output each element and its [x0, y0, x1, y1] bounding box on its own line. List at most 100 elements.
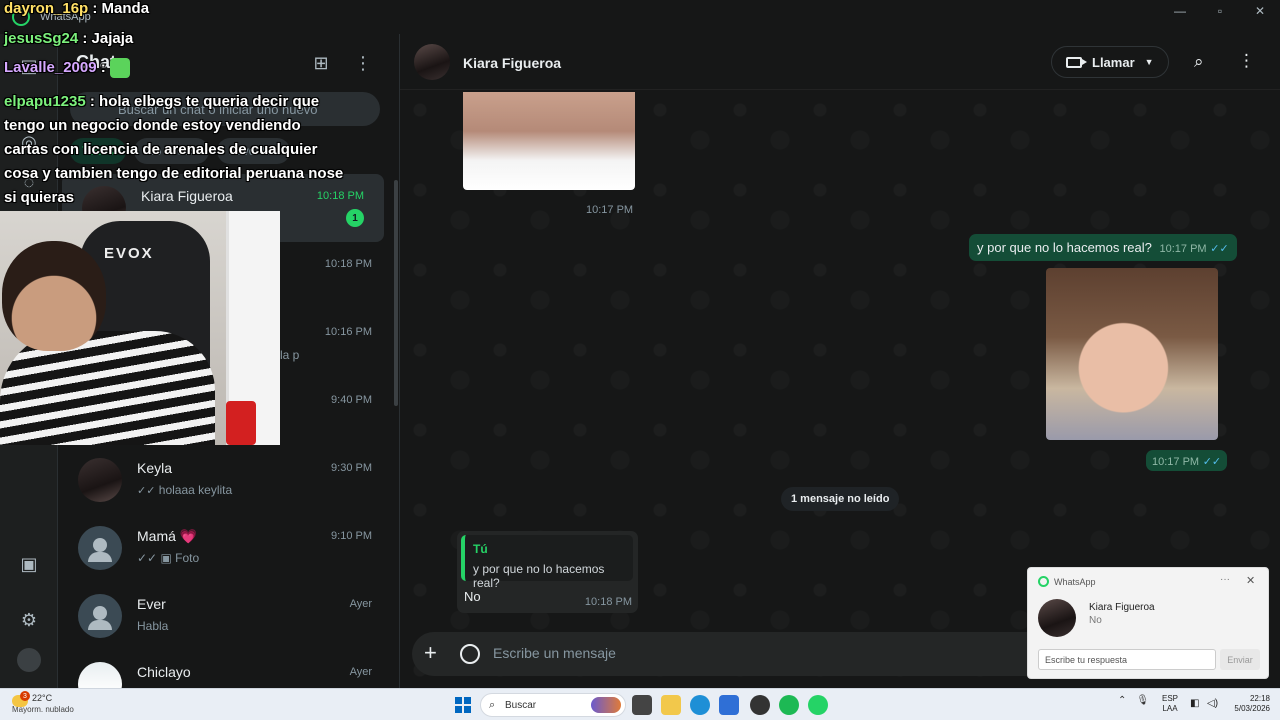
notification-body: No: [1089, 615, 1102, 626]
sender-avatar: [1038, 599, 1076, 637]
spotify-icon[interactable]: [779, 695, 799, 715]
clock[interactable]: 22:18 5/03/2026: [1226, 694, 1270, 714]
menu-icon[interactable]: ⋮: [1238, 51, 1255, 71]
stream-chat-line: Lavalle_2009 :: [4, 58, 130, 78]
chat-preview: ✓✓ ▣ Foto: [137, 551, 200, 565]
weather-widget[interactable]: 3 22°C Mayorm. nublado: [12, 691, 74, 715]
store-icon[interactable]: [719, 695, 739, 715]
microphone-icon[interactable]: 🎙: [1136, 695, 1149, 706]
incoming-reply-message[interactable]: Tú y por que no lo hacemos real? No 10:1…: [457, 531, 638, 613]
notification-app: WhatsApp: [1054, 577, 1096, 587]
chat-time: 10:16 PM: [324, 326, 372, 338]
chat-name: Ever: [137, 596, 166, 612]
message-text: y por que no lo hacemos real?: [977, 240, 1152, 255]
avatar: [78, 594, 122, 638]
person-icon: [88, 538, 112, 562]
chat-time: 9:40 PM: [331, 394, 372, 406]
read-ticks-icon: ✓✓: [137, 551, 158, 565]
chat-item-ever[interactable]: Ever Ayer Habla: [58, 582, 392, 650]
message-time: 10:17 PM: [1152, 456, 1200, 468]
chat-preview: ✓✓ holaaa keylita: [137, 483, 233, 497]
search-highlight-icon: [591, 697, 621, 713]
notification-sender: Kiara Figueroa: [1089, 602, 1155, 613]
outgoing-message[interactable]: y por que no lo hacemos real? 10:17 PM ✓…: [969, 234, 1237, 261]
emoji-sticker-icon[interactable]: [460, 644, 480, 664]
taskbar-search[interactable]: ⌕ Buscar: [480, 693, 626, 717]
streamer-head: [2, 241, 106, 351]
file-explorer-icon[interactable]: [661, 695, 681, 715]
call-label: Llamar: [1092, 54, 1135, 70]
unread-badge: 1: [346, 209, 364, 227]
task-view-icon[interactable]: [632, 695, 652, 715]
chat-time: 9:10 PM: [331, 530, 372, 542]
close-icon[interactable]: ✕: [1240, 0, 1280, 22]
menu-icon[interactable]: ⋮: [352, 52, 374, 74]
person-icon: [88, 606, 112, 630]
close-icon[interactable]: ✕: [1246, 574, 1255, 587]
drink-can: [226, 401, 256, 445]
obs-icon[interactable]: [750, 695, 770, 715]
message-text: No: [464, 589, 481, 604]
message-time: 10:18 PM: [584, 596, 632, 608]
volume-icon[interactable]: ◁): [1207, 698, 1218, 709]
wifi-icon[interactable]: ◧: [1190, 698, 1199, 709]
avatar: [78, 526, 122, 570]
chat-name: Mamá 💗: [137, 528, 198, 544]
edge-browser-icon[interactable]: [690, 695, 710, 715]
call-button[interactable]: Llamar ▼: [1051, 46, 1169, 78]
window-controls: — ▫ ✕: [1160, 0, 1280, 22]
new-chat-icon[interactable]: ⊞: [310, 52, 332, 74]
streamer-webcam-overlay: EVOX: [0, 211, 280, 445]
whatsapp-logo-icon: [1038, 576, 1049, 587]
chat-item-keyla[interactable]: Keyla 9:30 PM ✓✓ holaaa keylita: [58, 446, 392, 514]
quoted-message[interactable]: Tú y por que no lo hacemos real?: [461, 535, 633, 590]
maximize-icon[interactable]: ▫: [1200, 0, 1240, 22]
outgoing-image-time-bubble: 10:17 PM ✓✓: [1146, 450, 1228, 471]
weather-badge: 3: [20, 691, 30, 701]
more-options-icon[interactable]: ···: [1220, 574, 1230, 585]
chat-preview: la p: [280, 348, 300, 362]
send-button[interactable]: Enviar: [1220, 649, 1260, 670]
attach-plus-icon[interactable]: +: [424, 641, 437, 665]
chat-item-mama[interactable]: Mamá 💗 9:10 PM ✓✓ ▣ Foto: [58, 514, 392, 582]
chat-time: Ayer: [349, 666, 372, 678]
start-button[interactable]: [455, 697, 471, 713]
search-icon[interactable]: ⌕: [1194, 52, 1214, 72]
stream-chat-long-message: elpapu1235 : hola elbegs te queria decir…: [4, 93, 344, 206]
chat-list-scrollbar[interactable]: [394, 180, 398, 406]
avatar: [78, 662, 122, 688]
message-time: 10:17 PM: [586, 204, 634, 216]
whatsapp-taskbar-icon[interactable]: [808, 695, 828, 715]
media-gallery-icon[interactable]: ▣: [17, 552, 41, 576]
notification-toast[interactable]: WhatsApp ··· ✕ Kiara Figueroa No Escribe…: [1027, 567, 1269, 679]
chat-time: Ayer: [349, 598, 372, 610]
read-ticks-icon: ✓✓: [1202, 456, 1222, 468]
contact-name[interactable]: Kiara Figueroa: [463, 55, 561, 71]
search-label: Buscar: [505, 699, 537, 711]
incoming-image-message[interactable]: [463, 92, 635, 190]
unread-divider: 1 mensaje no leído: [781, 487, 900, 511]
avatar: [78, 458, 122, 502]
stream-chat-line: dayron_16p : Manda: [4, 0, 150, 17]
chevron-up-icon[interactable]: ⌃: [1118, 695, 1126, 706]
quote-author: Tú: [473, 542, 488, 556]
message-input[interactable]: Escribe un mensaje: [493, 645, 616, 661]
read-ticks-icon: ✓✓: [137, 485, 156, 497]
windows-taskbar: 3 22°C Mayorm. nublado ⌕ Buscar ⌃ 🎙 ESP L…: [0, 688, 1280, 720]
profile-avatar[interactable]: [17, 648, 41, 672]
chat-name: Keyla: [137, 460, 173, 476]
chat-item-chiclayo[interactable]: Chiclayo Ayer: [58, 650, 392, 688]
reply-input[interactable]: Escribe tu respuesta: [1038, 649, 1216, 670]
language-indicator[interactable]: ESP LAA: [1162, 694, 1178, 714]
chair-brand: EVOX: [104, 245, 154, 262]
stream-chat-line: jesusSg24 : Jajaja: [4, 30, 134, 47]
settings-gear-icon[interactable]: ⚙: [17, 608, 41, 632]
contact-avatar[interactable]: [414, 44, 450, 80]
outgoing-image-message[interactable]: [1046, 268, 1218, 440]
chat-time: 9:30 PM: [331, 462, 372, 474]
conversation-header: Kiara Figueroa Llamar ▼ ⌕ ⋮: [400, 34, 1280, 90]
photo-icon: ▣: [160, 551, 172, 565]
minimize-icon[interactable]: —: [1160, 0, 1200, 22]
message-time: 10:17 PM: [1159, 243, 1207, 255]
video-camera-icon: [1066, 56, 1087, 68]
